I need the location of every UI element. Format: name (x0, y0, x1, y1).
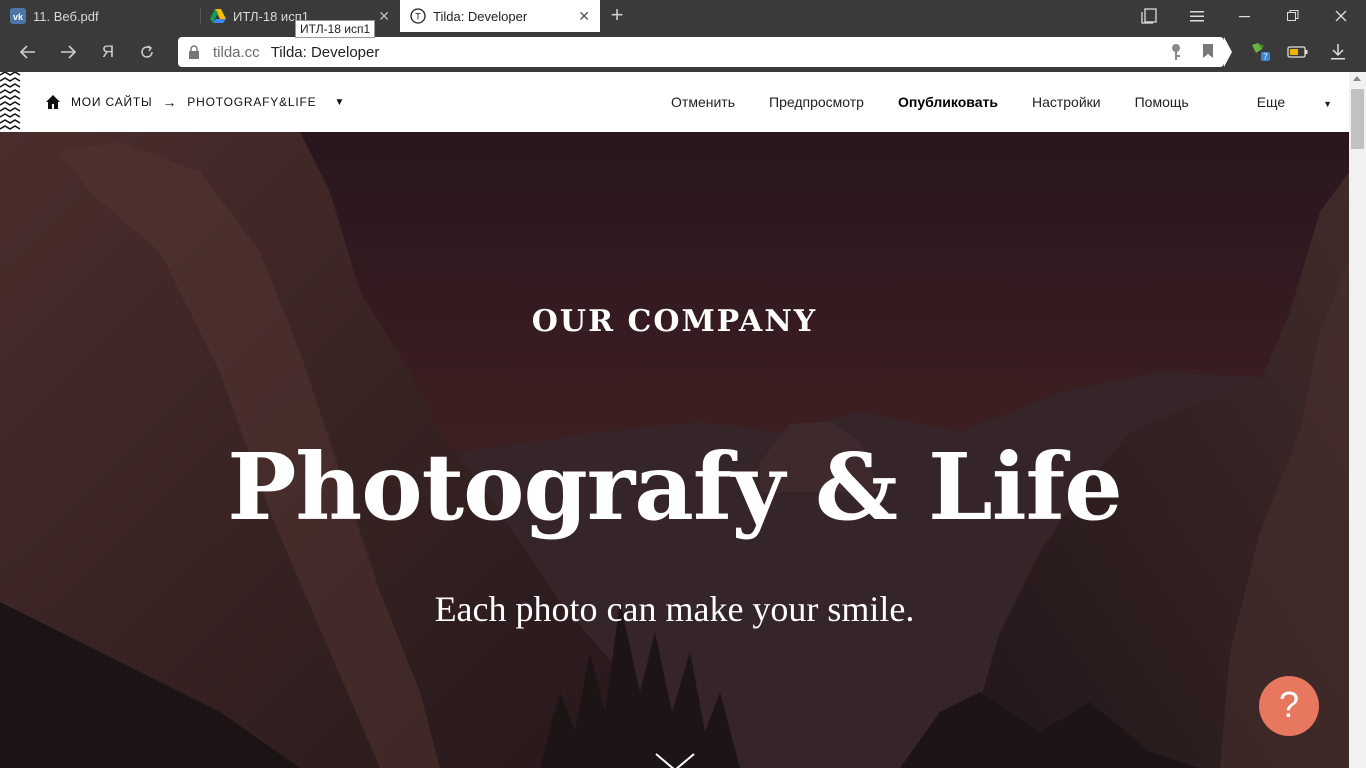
hero-kicker: OUR COMPANY (531, 304, 818, 339)
help-button[interactable]: ? (1259, 676, 1319, 736)
breadcrumb-my-sites[interactable]: МОИ САЙТЫ (71, 95, 152, 109)
reload-icon[interactable] (134, 40, 160, 64)
home-icon[interactable] (45, 94, 61, 110)
editor-menu: Отменить Предпросмотр Опубликовать Настр… (637, 72, 1332, 132)
vk-icon: vk (10, 8, 26, 24)
forward-arrow-icon[interactable] (55, 40, 81, 64)
more-menu[interactable]: Еще ▼ (1223, 94, 1332, 110)
scroll-down-arrow-icon[interactable] (654, 752, 696, 768)
breadcrumb-arrow: → (162, 94, 178, 110)
close-icon[interactable]: ✕ (578, 8, 590, 24)
scrollbar-thumb[interactable] (1351, 89, 1364, 149)
tab-title: 11. Веб.pdf (33, 8, 99, 24)
settings-button[interactable]: Настройки (1032, 94, 1101, 110)
cancel-button[interactable]: Отменить (671, 94, 735, 110)
google-drive-icon (210, 8, 226, 24)
hero-headline: Photografy & Life (227, 433, 1123, 541)
extension-icon[interactable]: 7 (1248, 40, 1272, 64)
address-bar[interactable]: tilda.cc Tilda: Developer (178, 37, 1232, 67)
address-domain: tilda.cc (213, 43, 260, 61)
tab-title: Tilda: Developer (433, 8, 528, 24)
more-label: Еще (1256, 94, 1286, 110)
caret-down-icon: ▼ (1323, 99, 1332, 109)
minimize-button[interactable] (1222, 0, 1268, 32)
download-icon[interactable] (1326, 40, 1350, 64)
address-toolbar: Я tilda.cc Tilda: Developer 7 (0, 32, 1366, 72)
battery-icon[interactable] (1286, 40, 1310, 64)
svg-text:7: 7 (1263, 53, 1268, 62)
menu-icon[interactable] (1174, 0, 1220, 32)
bookmark-icon[interactable] (1202, 43, 1214, 66)
tab-pdf[interactable]: vk 11. Веб.pdf (0, 0, 200, 32)
tab-tilda[interactable]: T Tilda: Developer ✕ (400, 0, 600, 32)
editor-header: МОИ САЙТЫ → PHOTOGRAFY&LIFE ▼ Отменить П… (0, 72, 1349, 132)
chevron-down-icon[interactable]: ▼ (334, 97, 345, 108)
hero-cover: OUR COMPANY Photografy & Life Each photo… (0, 132, 1349, 768)
page-scrollbar[interactable] (1349, 72, 1366, 768)
new-tab-button[interactable]: + (606, 4, 628, 28)
tilda-icon: T (410, 8, 426, 24)
zigzag-decoration (0, 72, 21, 130)
close-icon[interactable]: ✕ (378, 8, 390, 24)
tabs-panel-icon[interactable] (1126, 0, 1172, 32)
preview-button[interactable]: Предпросмотр (769, 94, 864, 110)
scroll-up-icon[interactable] (1353, 76, 1361, 81)
svg-text:T: T (415, 12, 421, 22)
address-page-title: Tilda: Developer (270, 43, 380, 61)
lock-icon[interactable] (187, 45, 201, 59)
svg-text:vk: vk (13, 12, 24, 22)
tab-tooltip: ИТЛ-18 исп1 (295, 20, 376, 38)
breadcrumb-site[interactable]: PHOTOGRAFY&LIFE (187, 95, 316, 109)
yandex-icon[interactable]: Я (95, 40, 121, 64)
tab-bar: vk 11. Веб.pdf ИТЛ-18 исп1 ✕ T Tilda: De… (0, 0, 1366, 38)
restore-button[interactable] (1270, 0, 1316, 32)
publish-button[interactable]: Опубликовать (898, 94, 998, 110)
breadcrumb: МОИ САЙТЫ → PHOTOGRAFY&LIFE ▼ (45, 94, 345, 110)
hero-subtitle: Each photo can make your smile. (434, 589, 915, 629)
help-link[interactable]: Помощь (1135, 94, 1189, 110)
close-window-button[interactable] (1318, 0, 1364, 32)
back-arrow-icon[interactable] (15, 40, 41, 64)
key-icon[interactable] (1170, 43, 1182, 66)
